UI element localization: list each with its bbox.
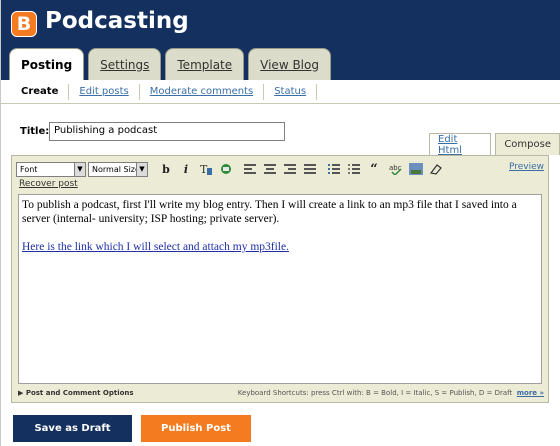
- blockquote-icon[interactable]: “: [366, 161, 382, 177]
- size-select[interactable]: Normal Size ▼: [88, 161, 148, 177]
- blogger-logo-icon: B: [11, 11, 37, 37]
- chevron-down-icon: ▼: [74, 162, 85, 176]
- tab-settings[interactable]: Settings: [88, 48, 162, 80]
- blog-title: Podcasting: [45, 8, 189, 34]
- link-icon[interactable]: [218, 161, 234, 177]
- publish-post-button[interactable]: Publish Post: [141, 415, 251, 442]
- justify-icon[interactable]: [302, 161, 318, 177]
- options-bar: ▶ Post and Comment Options Keyboard Shor…: [18, 386, 544, 400]
- title-label: Title:: [20, 126, 50, 137]
- post-editor: Font ▼ Normal Size ▼ b i T “ abc Preview…: [11, 155, 549, 403]
- subtab-edit-posts[interactable]: Edit posts: [69, 83, 140, 100]
- subtab-create[interactable]: Create: [11, 83, 70, 100]
- chevron-down-icon: ▼: [136, 162, 147, 176]
- post-title-input[interactable]: Publishing a podcast: [49, 122, 285, 141]
- italic-button[interactable]: i: [178, 161, 194, 177]
- editor-mode-tabs: Edit Html Compose: [429, 133, 560, 156]
- tab-compose[interactable]: Compose: [495, 133, 560, 155]
- font-select[interactable]: Font ▼: [16, 161, 86, 177]
- tab-posting[interactable]: Posting: [9, 48, 85, 81]
- main-tabs: Posting Settings Template View Blog: [9, 48, 331, 81]
- post-paragraph: To publish a podcast, first I'll write m…: [22, 199, 517, 225]
- eraser-icon[interactable]: [428, 161, 444, 177]
- image-icon[interactable]: [408, 161, 424, 177]
- align-left-icon[interactable]: [242, 161, 258, 177]
- text-color-icon[interactable]: T: [198, 161, 214, 177]
- align-right-icon[interactable]: [282, 161, 298, 177]
- save-as-draft-button[interactable]: Save as Draft: [13, 415, 132, 442]
- subtab-moderate-comments[interactable]: Moderate comments: [140, 83, 265, 100]
- size-select-value: Normal Size: [92, 164, 140, 174]
- keyboard-shortcuts-text: Keyboard Shortcuts: press Ctrl with: B =…: [237, 389, 544, 397]
- formatting-toolbar: Font ▼ Normal Size ▼ b i T “ abc: [16, 160, 546, 178]
- tab-view-blog[interactable]: View Blog: [248, 48, 331, 80]
- posting-subnav: Create Edit posts Moderate comments Stat…: [1, 80, 560, 104]
- post-options-label: Post and Comment Options: [25, 389, 134, 397]
- tab-edit-html[interactable]: Edit Html: [429, 133, 492, 156]
- tab-template[interactable]: Template: [165, 48, 245, 80]
- post-options-toggle[interactable]: ▶ Post and Comment Options: [18, 389, 134, 397]
- bullet-list-icon[interactable]: [346, 161, 362, 177]
- more-shortcuts-link[interactable]: more »: [517, 389, 544, 397]
- svg-text:T: T: [200, 163, 208, 176]
- align-center-icon[interactable]: [262, 161, 278, 177]
- preview-link[interactable]: Preview: [509, 162, 544, 172]
- subtab-status[interactable]: Status: [264, 83, 318, 100]
- mp3-link[interactable]: Here is the link which I will select and…: [22, 241, 289, 253]
- numbered-list-icon[interactable]: [326, 161, 342, 177]
- spellcheck-icon[interactable]: abc: [388, 161, 404, 177]
- header: B Podcasting Posting Settings Template V…: [1, 0, 560, 81]
- font-select-value: Font: [20, 164, 38, 174]
- recover-post-link[interactable]: Recover post: [19, 179, 78, 189]
- post-body-textarea[interactable]: To publish a podcast, first I'll write m…: [18, 194, 542, 384]
- bold-button[interactable]: b: [158, 161, 174, 177]
- blogger-editor-window: B Podcasting Posting Settings Template V…: [0, 0, 560, 446]
